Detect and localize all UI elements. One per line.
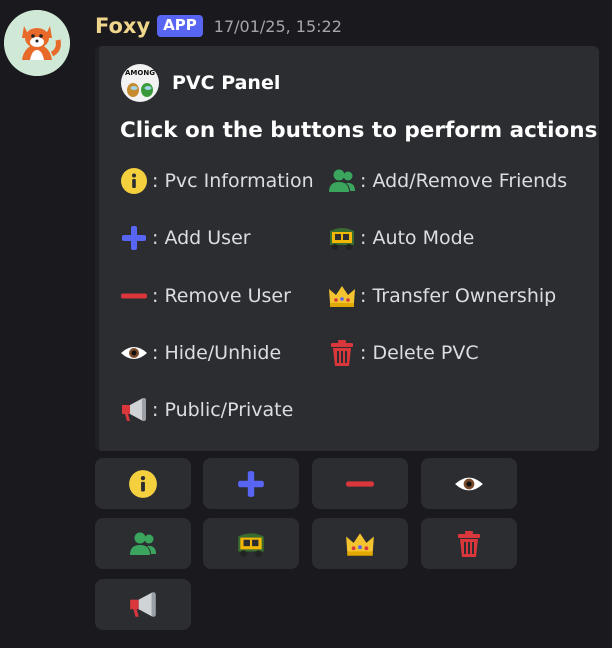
friends-icon [327,166,357,196]
minus-icon [119,281,149,311]
legend-label: : Hide/Unhide [152,342,282,364]
add-remove-friends-button[interactable] [95,518,191,569]
legend-label: : Add User [152,227,251,249]
legend-item-add-user: : Add User [119,223,251,253]
legend-item-remove-user: : Remove User [119,281,291,311]
legend-item-transfer-ownership: : Transfer Ownership [327,281,556,311]
legend-item-auto-mode: : Auto Mode [327,223,474,253]
username[interactable]: Foxy [95,14,150,38]
trash-icon [455,530,483,558]
embed-author-name: PVC Panel [172,72,281,94]
public-private-button[interactable] [95,579,191,630]
message-header: Foxy APP 17/01/25, 15:22 [95,12,342,40]
info-icon [128,469,158,499]
crown-icon [327,281,357,311]
legend-label: : Pvc Information [152,170,314,192]
info-icon [119,166,149,196]
legend-label: : Public/Private [152,399,294,421]
delete-pvc-button[interactable] [421,518,517,569]
bot-avatar[interactable] [4,10,70,76]
transfer-ownership-button[interactable] [312,518,408,569]
legend-label: : Add/Remove Friends [360,170,568,192]
legend-label: : Delete PVC [360,342,479,364]
megaphone-icon [119,395,149,425]
eye-icon [454,469,484,499]
legend-label: : Transfer Ownership [360,285,557,307]
auto-rickshaw-icon [235,528,267,560]
friends-icon [128,529,158,559]
legend-item-hide-unhide: : Hide/Unhide [119,338,281,368]
megaphone-icon [127,589,159,621]
hide-unhide-button[interactable] [421,458,517,509]
pvc-information-button[interactable] [95,458,191,509]
legend-item-pvc-information: : Pvc Information [119,166,314,196]
legend-item-add-remove-friends: : Add/Remove Friends [327,166,567,196]
auto-rickshaw-icon [327,223,357,253]
add-user-button[interactable] [203,458,299,509]
legend-item-delete-pvc: : Delete PVC [327,338,479,368]
app-badge: APP [157,15,203,37]
trash-icon [327,338,357,368]
legend-label: : Remove User [152,285,291,307]
eye-icon [119,338,149,368]
message: Foxy APP 17/01/25, 15:22 AMONG PVC Panel… [0,0,612,648]
auto-mode-button[interactable] [203,518,299,569]
legend-label: : Auto Mode [360,227,475,249]
minus-icon [345,469,375,499]
plus-icon [236,469,266,499]
remove-user-button[interactable] [312,458,408,509]
pvc-panel-embed: AMONG PVC Panel Click on the buttons to … [95,46,599,451]
crown-icon [344,528,376,560]
timestamp: 17/01/25, 15:22 [213,16,342,36]
embed-author: AMONG PVC Panel [121,64,280,102]
plus-icon [119,223,149,253]
author-icon: AMONG [121,64,159,102]
legend-item-public-private: : Public/Private [119,395,293,425]
embed-description-title: Click on the buttons to perform actions [120,118,598,143]
